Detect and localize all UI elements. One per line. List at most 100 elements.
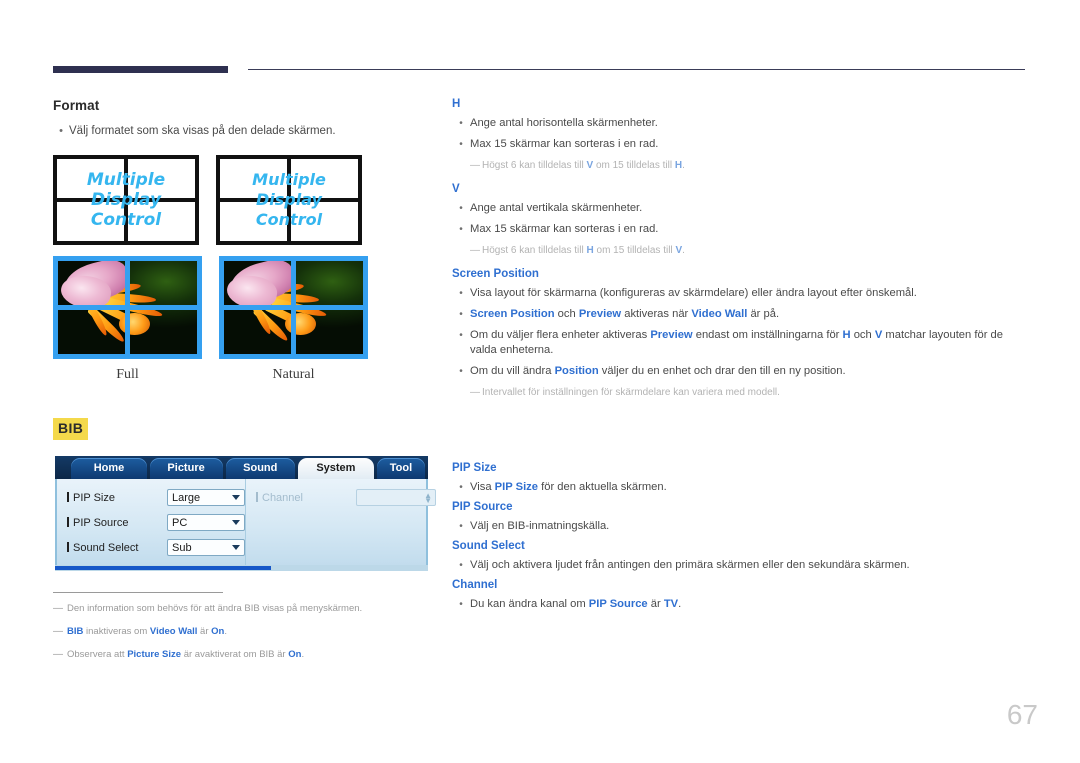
- note-text: Högst 6 kan tilldelas till V om 15 tilld…: [482, 160, 685, 171]
- note-item: — Högst 6 kan tilldelas till H om 15 til…: [470, 243, 1027, 258]
- dash-icon: —: [470, 160, 480, 171]
- bullet-item: • Ange antal vertikala skärmenheter.: [452, 201, 1027, 216]
- osd-value-pip-source: PC: [172, 516, 188, 529]
- bullet-item: • Välj en BIB-inmatningskälla.: [452, 519, 1027, 534]
- diagram-line-2: Display: [256, 190, 322, 209]
- bullet-text: Ange antal vertikala skärmenheter.: [470, 202, 643, 214]
- osd-select-pip-source[interactable]: PC: [167, 514, 245, 531]
- osd-select-sound-select[interactable]: Sub: [167, 539, 245, 556]
- osd-label-pip-source: PIP Source: [67, 517, 167, 529]
- note-text: Högst 6 kan tilldelas till H om 15 tilld…: [482, 245, 685, 256]
- footnote-rule: [53, 592, 223, 593]
- chevron-down-icon: [232, 545, 240, 550]
- sample-image-diagrams: Full Natural: [53, 256, 368, 383]
- osd-label-channel: Channel: [256, 492, 356, 504]
- bullet-item: • Visa PIP Size för den aktuella skärmen…: [452, 480, 1027, 495]
- osd-stepper-channel[interactable]: ▲ ▼: [356, 489, 436, 506]
- osd-tab-system[interactable]: System: [297, 458, 374, 479]
- osd-scrollbar-thumb[interactable]: [55, 566, 272, 570]
- bullet-text: Visa layout för skärmarna (konfigureras …: [470, 287, 917, 299]
- note-item: — Högst 6 kan tilldelas till V om 15 til…: [470, 158, 1027, 173]
- heading-pip-source: PIP Source: [452, 501, 513, 513]
- format-diagram-natural: Multiple Display Control: [216, 155, 362, 245]
- bullet-text: Max 15 skärmar kan sorteras i en rad.: [470, 138, 659, 150]
- bullet-dot-icon: •: [459, 599, 463, 610]
- footnotes: — Den information som behövs för att änd…: [53, 592, 453, 671]
- bullet-dot-icon: •: [459, 482, 463, 493]
- bullet-dot-icon: •: [459, 560, 463, 571]
- osd-value-pip-size: Large: [172, 491, 201, 504]
- bullet-text: Om du vill ändra Position väljer du en e…: [470, 365, 846, 377]
- dash-icon: —: [53, 649, 63, 660]
- diagram-line-3: Control: [90, 210, 162, 230]
- footnote-item: — Observera att Picture Size är avaktive…: [53, 648, 453, 662]
- bullet-item: • Screen Position och Preview aktiveras …: [452, 307, 1027, 322]
- osd-tab-home[interactable]: Home: [71, 458, 147, 479]
- bullet-item: • Ange antal horisontella skärmenheter.: [452, 116, 1027, 131]
- osd-tab-picture[interactable]: Picture: [149, 458, 223, 479]
- osd-tab-tool[interactable]: Tool: [376, 458, 425, 479]
- osd-row-pip-source: PIP Source PC: [67, 514, 245, 531]
- bullet-text: Screen Position och Preview aktiveras nä…: [470, 308, 780, 320]
- diagram-line-3: Control: [255, 210, 323, 229]
- bib-heading-text: BIB: [58, 420, 84, 436]
- bullet-dot-icon: •: [459, 521, 463, 532]
- bullet-text: Ange antal horisontella skärmenheter.: [470, 117, 658, 129]
- format-heading: Format: [53, 98, 100, 113]
- screen-divider-horizontal: [224, 305, 363, 310]
- bullet-text: Välj och aktivera ljudet från antingen d…: [470, 559, 910, 571]
- format-diagrams: Multiple Display Control Multiple Displa…: [53, 155, 362, 245]
- osd-label-pip-size: PIP Size: [67, 492, 167, 504]
- dash-icon: —: [53, 603, 63, 614]
- osd-tab-spacer: [55, 458, 68, 479]
- diagram-overlay-text: Multiple Display Control: [57, 159, 195, 241]
- format-diagram-full: Multiple Display Control: [53, 155, 199, 245]
- heading-h: H: [452, 98, 461, 110]
- osd-tab-sound[interactable]: Sound: [225, 458, 295, 479]
- bullet-dot-icon: •: [459, 203, 463, 214]
- stepper-arrows-icon: ▲ ▼: [424, 490, 432, 505]
- osd-panel: PIP Size Large PIP Source PC Sound Selec…: [55, 479, 436, 565]
- osd-panel-left: PIP Size Large PIP Source PC Sound Selec…: [57, 479, 246, 565]
- bullet-item: • Om du vill ändra Position väljer du en…: [452, 364, 1027, 379]
- bullet-item: • Du kan ändra kanal om PIP Source är TV…: [452, 597, 1027, 612]
- chevron-down-icon: [232, 495, 240, 500]
- dash-icon: —: [470, 387, 480, 398]
- page-number: 67: [1006, 699, 1038, 730]
- diagram-line-1: Multiple: [252, 170, 326, 189]
- diagram-overlay-text: Multiple Display Control: [220, 159, 358, 241]
- bullet-text: Max 15 skärmar kan sorteras i en rad.: [470, 223, 659, 235]
- heading-pip-size: PIP Size: [452, 462, 497, 474]
- bullet-text: Om du väljer flera enheter aktiveras Pre…: [470, 329, 1003, 356]
- osd-label-sound-select: Sound Select: [67, 542, 167, 554]
- footnote-text: Observera att Picture Size är avaktivera…: [67, 649, 305, 660]
- left-column: Format • Välj formatet som ska visas på …: [53, 98, 433, 142]
- heading-screen-position: Screen Position: [452, 268, 539, 280]
- caption-natural: Natural: [272, 367, 315, 382]
- dash-icon: —: [470, 245, 480, 256]
- osd-select-pip-size[interactable]: Large: [167, 489, 245, 506]
- osd-row-pip-size: PIP Size Large: [67, 489, 245, 506]
- bullet-text: Du kan ändra kanal om PIP Source är TV.: [470, 598, 682, 610]
- bullet-text: Välj en BIB-inmatningskälla.: [470, 520, 610, 532]
- header-accent-bar: [53, 66, 228, 73]
- footnote-text: Den information som behövs för att ändra…: [67, 603, 363, 614]
- sample-screen-full: [53, 256, 202, 359]
- osd-panel-right: Channel ▲ ▼: [246, 479, 436, 565]
- caption-full: Full: [116, 367, 139, 382]
- format-bullet-text: Välj formatet som ska visas på den delad…: [69, 125, 336, 137]
- bullet-dot-icon: •: [459, 139, 463, 150]
- osd-row-sound-select: Sound Select Sub: [67, 539, 245, 556]
- osd-scrollbar[interactable]: [55, 565, 428, 571]
- heading-sound-select: Sound Select: [452, 540, 525, 552]
- bullet-text: Visa PIP Size för den aktuella skärmen.: [470, 481, 667, 493]
- chevron-down-icon: [232, 520, 240, 525]
- bullet-dot-icon: •: [459, 366, 463, 377]
- bullet-item: • Max 15 skärmar kan sorteras i en rad.: [452, 222, 1027, 237]
- bullet-dot-icon: •: [459, 288, 463, 299]
- osd-tab-bar: Home Picture Sound System Tool: [55, 456, 428, 479]
- bullet-dot-icon: •: [459, 118, 463, 129]
- heading-channel: Channel: [452, 579, 498, 591]
- footnote-text: BIB inaktiveras om Video Wall är On.: [67, 626, 227, 637]
- heading-v: V: [452, 183, 460, 195]
